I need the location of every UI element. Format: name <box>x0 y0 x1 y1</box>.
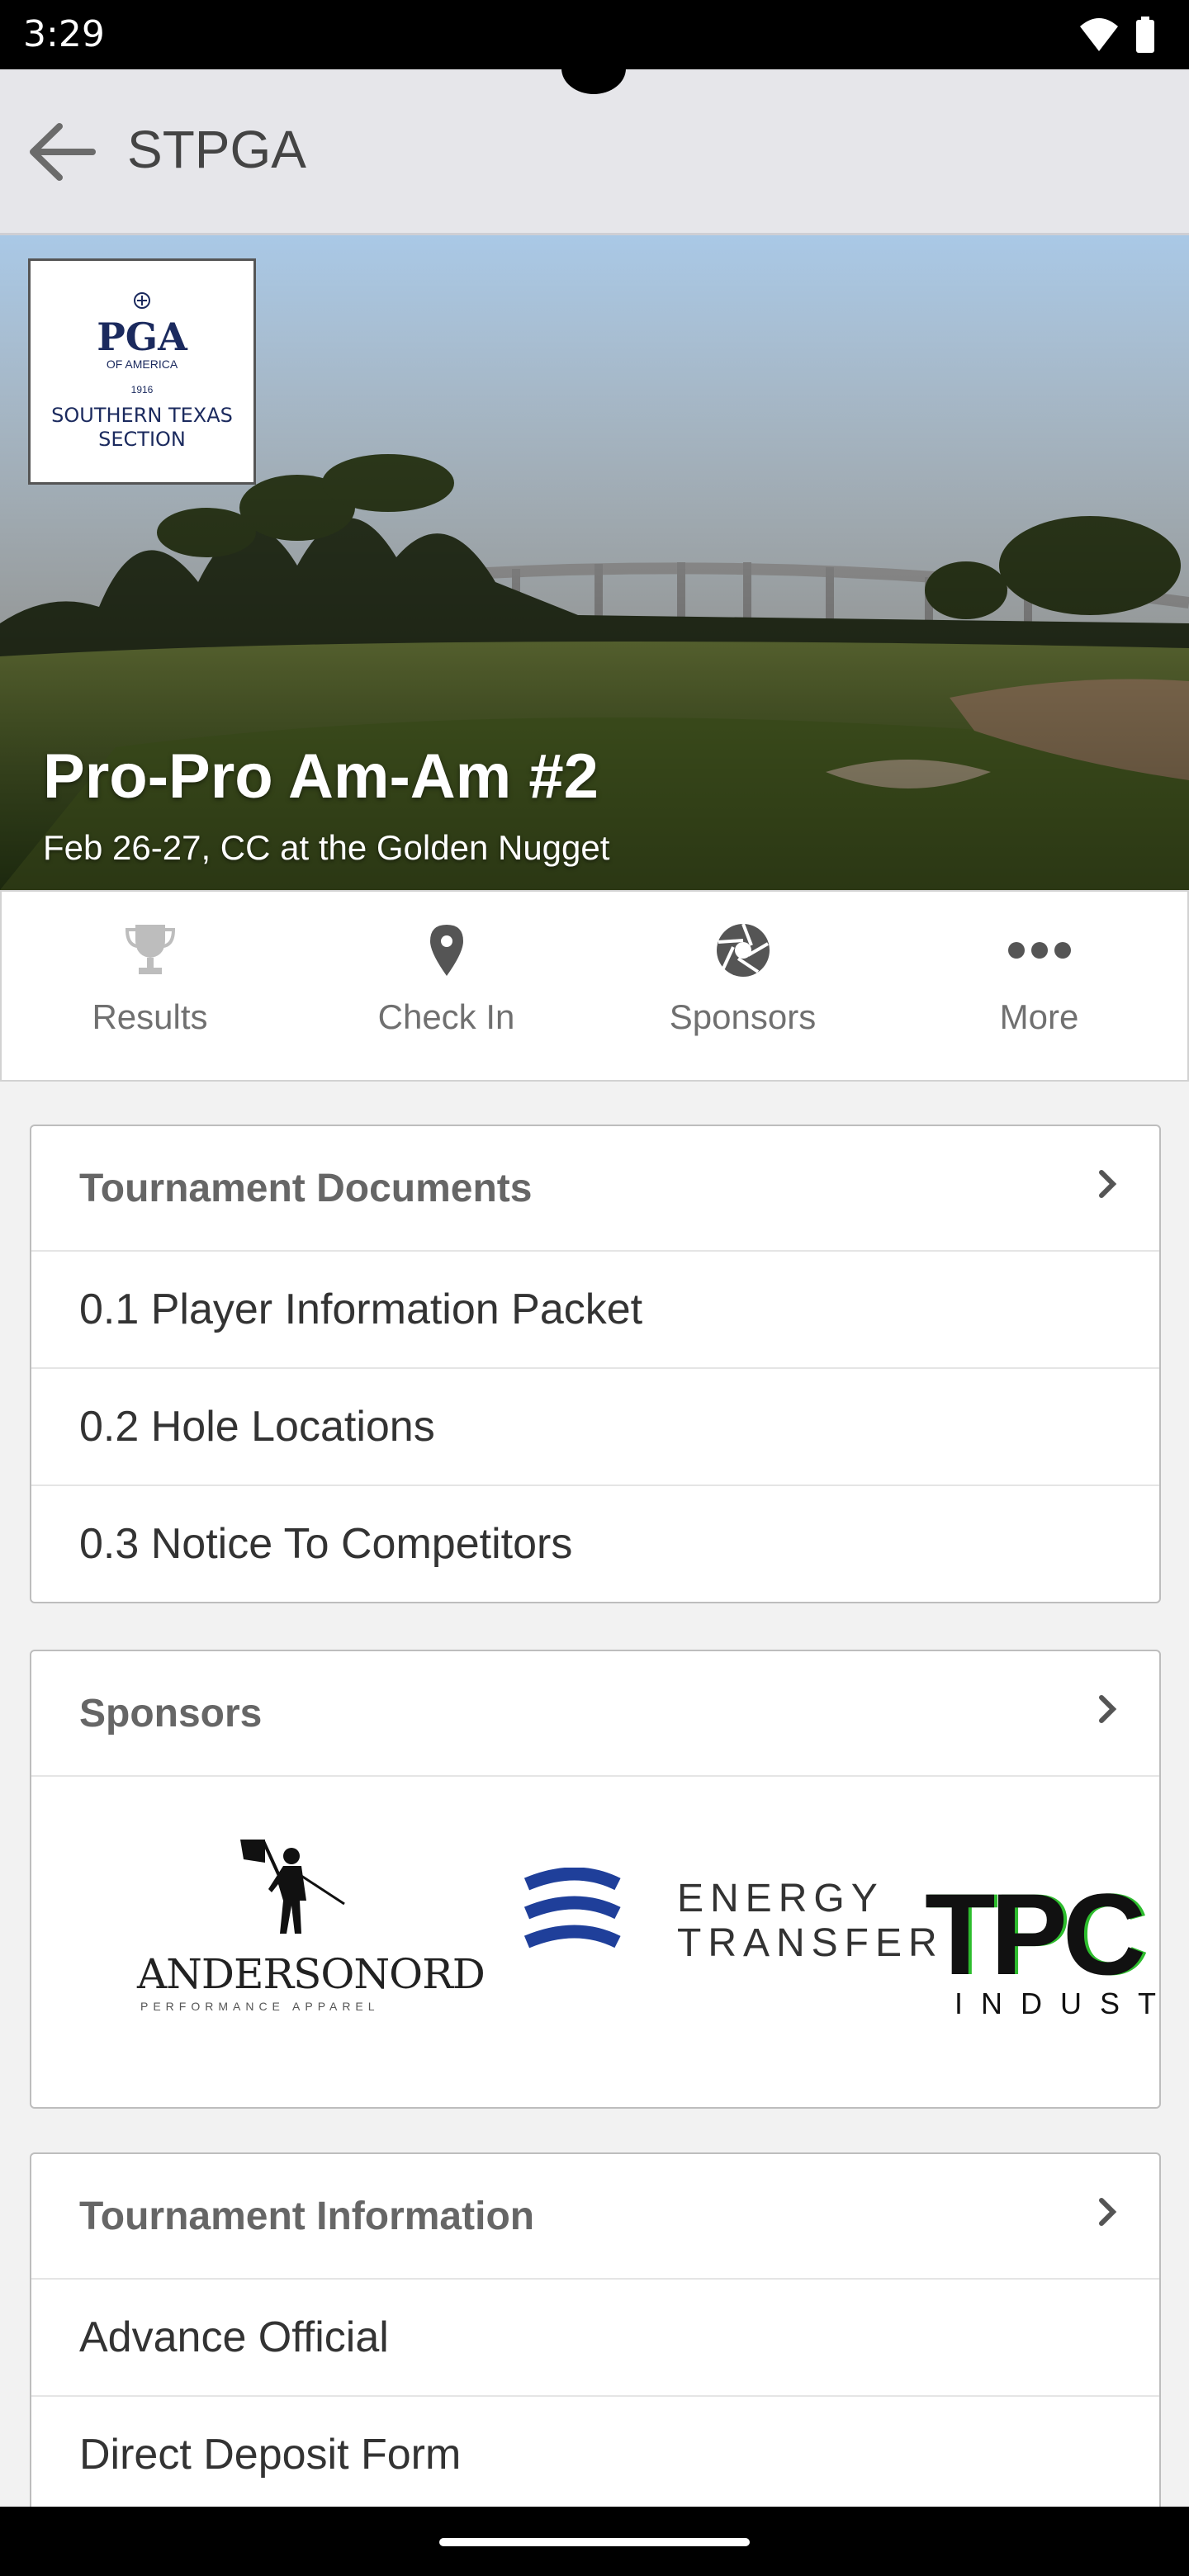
pga-crest-icon <box>134 292 150 310</box>
documents-title: Tournament Documents <box>79 1167 533 1210</box>
more-dots-icon <box>1007 942 1071 959</box>
battery-icon <box>1136 17 1154 53</box>
nav-more[interactable]: More <box>891 892 1187 1080</box>
andersonord-tagline: PERFORMANCE APPAREL <box>140 2000 380 2013</box>
navigation-bar <box>0 2507 1189 2576</box>
info-item-label: Advance Official <box>79 2313 389 2361</box>
event-nav: Results Check In Sponsors More <box>0 890 1189 1082</box>
hero-banner: PGA OF AMERICA 1916 SOUTHERN TEXAS SECTI… <box>0 235 1189 890</box>
info-card: Tournament Information Advance Official … <box>30 2152 1161 2514</box>
sponsor-logo-tpc[interactable]: TPC INDUSTRIES <box>925 1869 1159 2049</box>
info-item[interactable]: Direct Deposit Form <box>31 2397 1159 2512</box>
home-indicator[interactable] <box>439 2538 750 2546</box>
info-header[interactable]: Tournament Information <box>31 2154 1159 2280</box>
documents-card: Tournament Documents 0.1 Player Informat… <box>30 1125 1161 1603</box>
pga-logo: PGA OF AMERICA 1916 SOUTHERN TEXAS SECTI… <box>28 258 256 485</box>
sponsors-header[interactable]: Sponsors <box>31 1651 1159 1777</box>
logo-section-line2: SECTION <box>98 428 186 451</box>
aperture-icon <box>716 923 770 977</box>
sponsors-card: Sponsors ANDERSONORD PERFORMANCE APPAREL <box>30 1650 1161 2109</box>
info-item-label: Direct Deposit Form <box>79 2431 462 2479</box>
event-title: Pro-Pro Am-Am #2 <box>43 741 599 812</box>
documents-header[interactable]: Tournament Documents <box>31 1126 1159 1252</box>
event-subtitle: Feb 26-27, CC at the Golden Nugget <box>43 828 610 867</box>
nav-check-in[interactable]: Check In <box>298 892 594 1080</box>
golfer-silhouette-icon <box>240 1840 345 1934</box>
tpc-sub: INDUSTRIES <box>955 1986 1159 2020</box>
app-bar: STPGA <box>0 69 1189 235</box>
camera-cutout <box>561 43 626 94</box>
document-item-label: 0.2 Hole Locations <box>79 1403 435 1451</box>
document-item-label: 0.3 Notice To Competitors <box>79 1520 573 1568</box>
sponsors-title: Sponsors <box>79 1692 263 1735</box>
logo-section-line1: SOUTHERN TEXAS <box>51 404 233 428</box>
tpc-name: TPC <box>925 1869 1146 1999</box>
logo-section: SOUTHERN TEXAS SECTION <box>51 404 233 452</box>
document-item[interactable]: 0.1 Player Information Packet <box>31 1252 1159 1369</box>
energy-transfer-line1: ENERGY <box>677 1877 884 1920</box>
wifi-icon <box>1080 18 1118 51</box>
app-title: STPGA <box>127 120 306 179</box>
info-item[interactable]: Advance Official <box>31 2280 1159 2397</box>
status-icons <box>1078 17 1156 53</box>
chevron-right-icon <box>1099 1170 1117 1198</box>
nav-check-in-label: Check In <box>377 997 515 1036</box>
nav-more-label: More <box>999 997 1079 1036</box>
chevron-right-icon <box>1099 1695 1117 1723</box>
logo-sub: OF AMERICA <box>106 358 178 372</box>
map-pin-icon <box>429 925 463 976</box>
sponsor-logo-energy-transfer[interactable]: ENERGY TRANSFER <box>519 1868 937 1975</box>
chevron-right-icon <box>1099 2198 1117 2226</box>
info-title: Tournament Information <box>79 2195 535 2238</box>
document-item[interactable]: 0.3 Notice To Competitors <box>31 1486 1159 1602</box>
sponsor-carousel[interactable]: ANDERSONORD PERFORMANCE APPAREL ENERGY T… <box>31 1777 1159 2107</box>
energy-transfer-line2: TRANSFER <box>677 1921 944 1965</box>
arrow-left-icon <box>30 123 96 181</box>
nav-sponsors-label: Sponsors <box>669 997 817 1036</box>
document-item-label: 0.1 Player Information Packet <box>79 1286 643 1333</box>
logo-year: 1916 <box>130 384 154 396</box>
logo-brand: PGA <box>97 315 187 360</box>
document-item[interactable]: 0.2 Hole Locations <box>31 1369 1159 1486</box>
status-time: 3:29 <box>23 13 105 55</box>
nav-results-label: Results <box>92 997 208 1036</box>
trophy-icon <box>125 925 175 974</box>
energy-transfer-mark-icon <box>523 1868 621 1949</box>
sponsor-logo-andersonord[interactable]: ANDERSONORD PERFORMANCE APPAREL <box>129 1835 486 2033</box>
nav-sponsors[interactable]: Sponsors <box>594 892 891 1080</box>
andersonord-name: ANDERSONORD <box>137 1950 486 1998</box>
nav-results[interactable]: Results <box>2 892 298 1080</box>
back-button[interactable] <box>20 111 102 193</box>
